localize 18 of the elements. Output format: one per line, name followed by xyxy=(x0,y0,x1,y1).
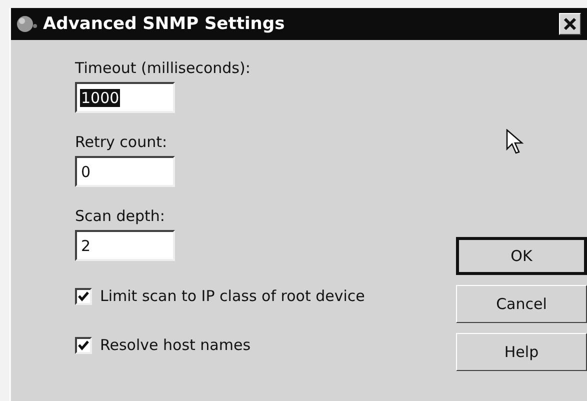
input-field[interactable]: 2 xyxy=(75,230,175,261)
close-icon xyxy=(563,17,577,31)
checkbox-label: Limit scan to IP class of root device xyxy=(100,287,365,305)
dialog-button[interactable]: OK xyxy=(456,237,587,275)
close-button[interactable] xyxy=(559,13,581,35)
window-title: Advanced SNMP Settings xyxy=(43,14,286,34)
checkbox-label: Resolve host names xyxy=(100,336,251,354)
input-field[interactable]: 1000 xyxy=(75,82,175,113)
dialog-button[interactable]: Cancel xyxy=(456,285,587,323)
field-label: Scan depth: xyxy=(75,207,166,225)
globe-icon xyxy=(15,14,39,34)
input-field[interactable]: 0 xyxy=(75,156,175,187)
dialog-button[interactable]: Help xyxy=(456,333,587,371)
checkbox[interactable] xyxy=(75,288,92,304)
field-label: Timeout (milliseconds): xyxy=(75,59,252,77)
field-label: Retry count: xyxy=(75,133,168,151)
mouse-pointer-icon xyxy=(506,129,524,155)
checkbox[interactable] xyxy=(75,336,92,354)
